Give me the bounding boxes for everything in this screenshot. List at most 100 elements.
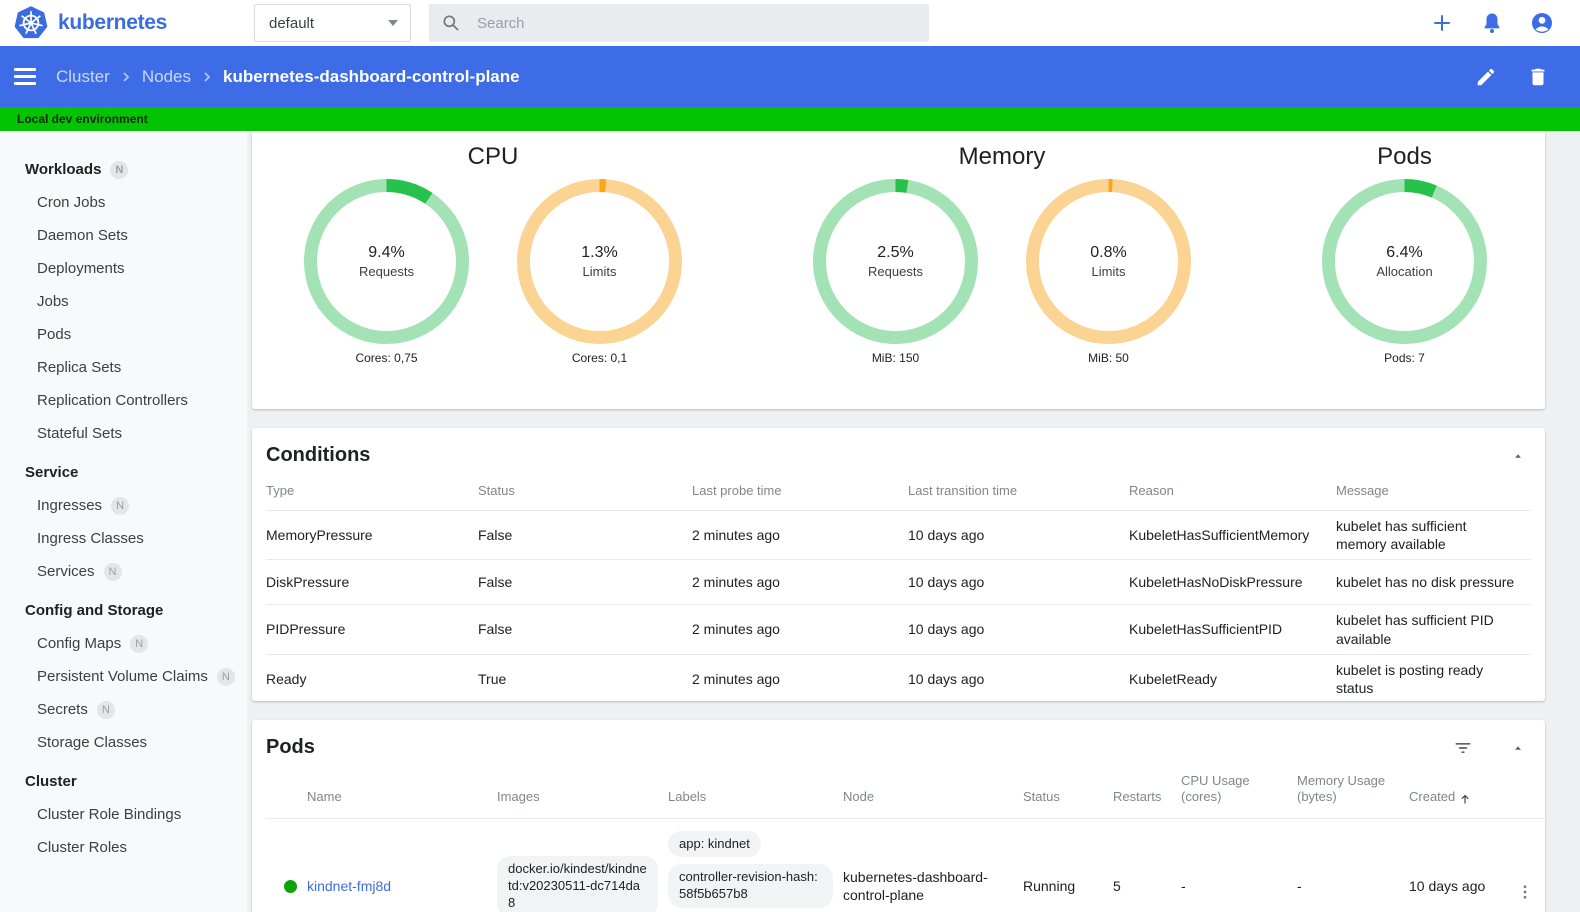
sidebar-item-ingress-classes[interactable]: Ingress Classes — [0, 522, 247, 555]
sidebar-item-pods[interactable]: Pods — [0, 318, 247, 351]
sidebar-item-stateful-sets[interactable]: Stateful Sets — [0, 417, 247, 450]
account-circle-icon — [1532, 13, 1552, 33]
column-header: Restarts — [1113, 789, 1162, 805]
brand-wordmark: kubernetes — [58, 11, 168, 34]
sidebar-item-daemon-sets[interactable]: Daemon Sets — [0, 219, 247, 252]
memory-limits-donut: 0.8% Limits MiB: 50 — [1026, 179, 1191, 365]
namespace-selected-value: default — [269, 14, 315, 32]
namespace-select[interactable]: default — [254, 4, 411, 42]
sort-ascending-arrow-icon — [1461, 794, 1469, 804]
sidebar-item-cluster-roles[interactable]: Cluster Roles — [0, 831, 247, 864]
pods-table-header: Name Images Labels Node Status Restarts … — [266, 767, 1545, 818]
pod-node-cell: kubernetes-dashboard-control-plane — [843, 869, 988, 904]
column-header-created-sort[interactable]: Created — [1409, 767, 1505, 818]
column-header: Name — [307, 789, 342, 805]
donut-percent: 1.3% — [581, 244, 618, 261]
table-row: Ready True 2 minutes ago 10 days ago Kub… — [266, 653, 1531, 701]
sidebar-item-persistent-volume-claims[interactable]: Persistent Volume Claims N — [0, 660, 247, 693]
kebab-menu-icon[interactable] — [1516, 883, 1534, 901]
column-header: Last transition time — [908, 483, 1018, 498]
donut-metric-label: Requests — [868, 264, 923, 279]
donut-percent: 9.4% — [368, 244, 405, 261]
sidebar-group-cluster[interactable]: Cluster — [0, 765, 247, 798]
donut-caption: MiB: 50 — [1088, 351, 1129, 365]
edit-resource-button[interactable] — [1474, 65, 1498, 89]
pod-status-cell — [266, 868, 307, 905]
sidebar-group-service[interactable]: Service — [0, 456, 247, 489]
donut-caption: Pods: 7 — [1384, 351, 1425, 365]
kubernetes-logo[interactable]: kubernetes — [14, 6, 254, 40]
sidebar-item-cluster-role-bindings[interactable]: Cluster Role Bindings — [0, 798, 247, 831]
pod-restarts-cell: 5 — [1113, 878, 1121, 895]
running-status-dot-icon — [284, 879, 297, 893]
new-badge: N — [216, 667, 235, 686]
sidebar-item-storage-classes[interactable]: Storage Classes — [0, 726, 247, 759]
donut-percent: 2.5% — [877, 244, 914, 261]
pod-status-text-cell: Running — [1023, 878, 1076, 895]
pods-allocation-group: Pods 6.4% Allocation Pods: 7 — [1322, 141, 1487, 409]
topbar-actions — [1430, 11, 1580, 35]
donut-metric-label: Limits — [582, 264, 617, 279]
new-badge: N — [130, 634, 149, 653]
environment-banner-text: Local dev environment — [17, 112, 148, 126]
main-content: CPU 9.4% Requests Cores: 0,75 1.3% Limit… — [247, 131, 1580, 912]
sidebar-group-workloads[interactable]: Workloads N — [0, 153, 247, 186]
sidebar-item-config-maps[interactable]: Config Maps N — [0, 627, 247, 660]
sidebar-item-deployments[interactable]: Deployments — [0, 252, 247, 285]
environment-banner: Local dev environment — [0, 107, 1580, 131]
cpu-section-title: CPU — [467, 143, 519, 170]
new-badge: N — [96, 700, 115, 719]
plus-icon — [1434, 15, 1450, 31]
sidebar-item-jobs[interactable]: Jobs — [0, 285, 247, 318]
conditions-table-header: Type Status Last probe time Last transit… — [266, 475, 1531, 510]
sidebar-item-ingresses[interactable]: Ingresses N — [0, 489, 247, 522]
donut-percent: 6.4% — [1386, 244, 1423, 261]
pod-memory-usage-cell: - — [1297, 878, 1302, 895]
delete-resource-button[interactable] — [1526, 65, 1550, 89]
filter-icon[interactable] — [1453, 738, 1473, 758]
menu-button[interactable] — [14, 68, 36, 85]
search-input[interactable] — [477, 14, 917, 32]
collapse-section-icon[interactable] — [1511, 449, 1525, 463]
collapse-section-icon[interactable] — [1511, 741, 1525, 755]
sidebar-item-services[interactable]: Services N — [0, 555, 247, 588]
notifications-button[interactable] — [1480, 11, 1504, 35]
donut-caption: Cores: 0,1 — [571, 351, 628, 365]
search-icon — [443, 15, 459, 31]
account-button[interactable] — [1530, 11, 1554, 35]
row-menu-column — [1505, 767, 1545, 818]
trash-icon — [1531, 68, 1545, 85]
conditions-title: Conditions — [266, 444, 371, 466]
pod-name-link[interactable]: kindnet-fmj8d — [307, 878, 391, 894]
sidebar-item-cron-jobs[interactable]: Cron Jobs — [0, 186, 247, 219]
pencil-icon — [1477, 68, 1495, 85]
cpu-limits-donut: 1.3% Limits Cores: 0,1 — [517, 179, 682, 365]
sidebar-item-secrets[interactable]: Secrets N — [0, 693, 247, 726]
donut-percent: 0.8% — [1090, 244, 1127, 261]
allocation-card: CPU 9.4% Requests Cores: 0,75 1.3% Limit… — [252, 131, 1545, 409]
sidebar-item-replication-controllers[interactable]: Replication Controllers — [0, 384, 247, 417]
new-badge: N — [103, 562, 122, 581]
breadcrumb-link-cluster[interactable]: Cluster — [56, 67, 110, 87]
pod-created-cell: 10 days ago — [1409, 878, 1486, 895]
sidebar-item-replica-sets[interactable]: Replica Sets — [0, 351, 247, 384]
content-row: Workloads N Cron Jobs Daemon Sets Deploy… — [0, 131, 1580, 912]
image-chip: docker.io/kindest/kindnetd:v20230511-dc7… — [497, 855, 658, 912]
sidebar-nav: Workloads N Cron Jobs Daemon Sets Deploy… — [0, 131, 247, 912]
sidebar-group-config-and-storage[interactable]: Config and Storage — [0, 594, 247, 627]
chevron-down-icon — [388, 20, 398, 26]
table-row: MemoryPressure False 2 minutes ago 10 da… — [266, 510, 1531, 559]
cpu-allocation-group: CPU 9.4% Requests Cores: 0,75 1.3% Limit… — [304, 141, 682, 409]
donut-metric-label: Allocation — [1376, 264, 1433, 279]
breadcrumb-bar: Cluster Nodes kubernetes-dashboard-contr… — [0, 46, 1580, 107]
column-header: Type — [266, 483, 295, 498]
pods-allocation-donut: 6.4% Allocation Pods: 7 — [1322, 179, 1487, 365]
breadcrumb-link-nodes[interactable]: Nodes — [142, 67, 191, 87]
pod-cpu-usage-cell: - — [1181, 878, 1186, 895]
create-resource-button[interactable] — [1430, 11, 1454, 35]
memory-allocation-group: Memory 2.5% Requests MiB: 150 0.8% Limit… — [813, 141, 1191, 409]
search-bar[interactable] — [429, 4, 929, 42]
column-header: Last probe time — [692, 483, 782, 498]
column-header: Labels — [668, 789, 707, 805]
label-chip: app: kindnet — [668, 830, 761, 858]
